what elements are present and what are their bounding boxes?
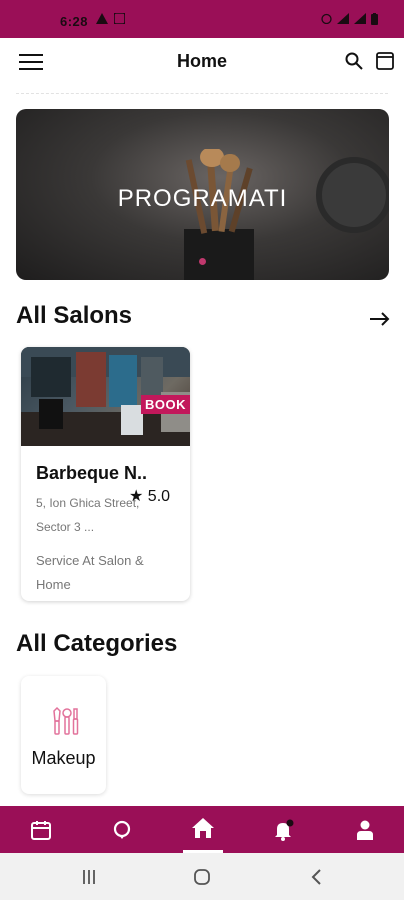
calendar-icon — [31, 820, 51, 840]
search-icon — [345, 52, 363, 70]
status-right-icons — [321, 13, 378, 25]
category-card-makeup[interactable]: Makeup — [21, 676, 106, 794]
home-system-button[interactable] — [191, 866, 213, 888]
bottom-navigation — [0, 806, 404, 853]
back-button[interactable] — [305, 866, 327, 888]
salon-image: BOOK — [21, 347, 190, 446]
window-button[interactable] — [374, 50, 396, 72]
alarm-icon — [321, 13, 332, 24]
system-navigation-bar — [0, 853, 404, 900]
promo-banner[interactable]: PROGRAMATI — [16, 109, 389, 280]
signal-icon — [337, 13, 349, 24]
warning-icon — [96, 13, 108, 24]
nav-home[interactable] — [183, 806, 223, 853]
book-badge[interactable]: BOOK — [141, 395, 190, 414]
window-icon — [376, 52, 394, 70]
location-icon — [113, 820, 131, 839]
categories-section-title: All Categories — [16, 630, 178, 657]
notification-bell-icon — [275, 819, 294, 841]
recent-apps-button[interactable] — [78, 867, 100, 887]
salon-service: Service At Salon & Home — [36, 553, 144, 592]
banner-text: PROGRAMATI — [117, 185, 288, 212]
category-label: Makeup — [31, 748, 96, 768]
status-time: 6:28 — [60, 14, 89, 29]
recent-apps-icon — [83, 870, 95, 884]
home-circle-icon — [194, 869, 210, 885]
brushes-image — [184, 149, 254, 280]
arrow-right-icon — [370, 312, 390, 326]
app-notification-icon — [114, 13, 125, 24]
nav-profile[interactable] — [345, 806, 385, 853]
app-bar: Home — [0, 38, 404, 86]
nav-location[interactable] — [102, 806, 142, 853]
status-bar: 6:28 — [0, 0, 404, 38]
nav-notifications[interactable] — [264, 806, 304, 853]
battery-icon — [371, 13, 378, 25]
makeup-brush-icon — [53, 706, 79, 735]
salon-name: Barbeque N.. — [36, 463, 148, 483]
salon-address: 5, Ion Ghica Street, Sector 3 ... — [36, 496, 140, 534]
salon-card[interactable]: BOOK Barbeque N.. ★ 5.0 5, Ion Ghica Str… — [21, 347, 190, 601]
back-chevron-icon — [311, 869, 321, 885]
banner-pagination-dot — [199, 258, 206, 265]
salons-see-all-button[interactable] — [370, 306, 390, 332]
home-icon — [192, 818, 214, 838]
status-left-icons — [96, 13, 125, 24]
profile-icon — [357, 820, 373, 840]
salons-section-title: All Salons — [16, 302, 133, 329]
signal-2-icon — [354, 13, 366, 24]
header-divider — [16, 93, 388, 94]
search-button[interactable] — [343, 50, 365, 72]
nav-calendar[interactable] — [21, 806, 61, 853]
